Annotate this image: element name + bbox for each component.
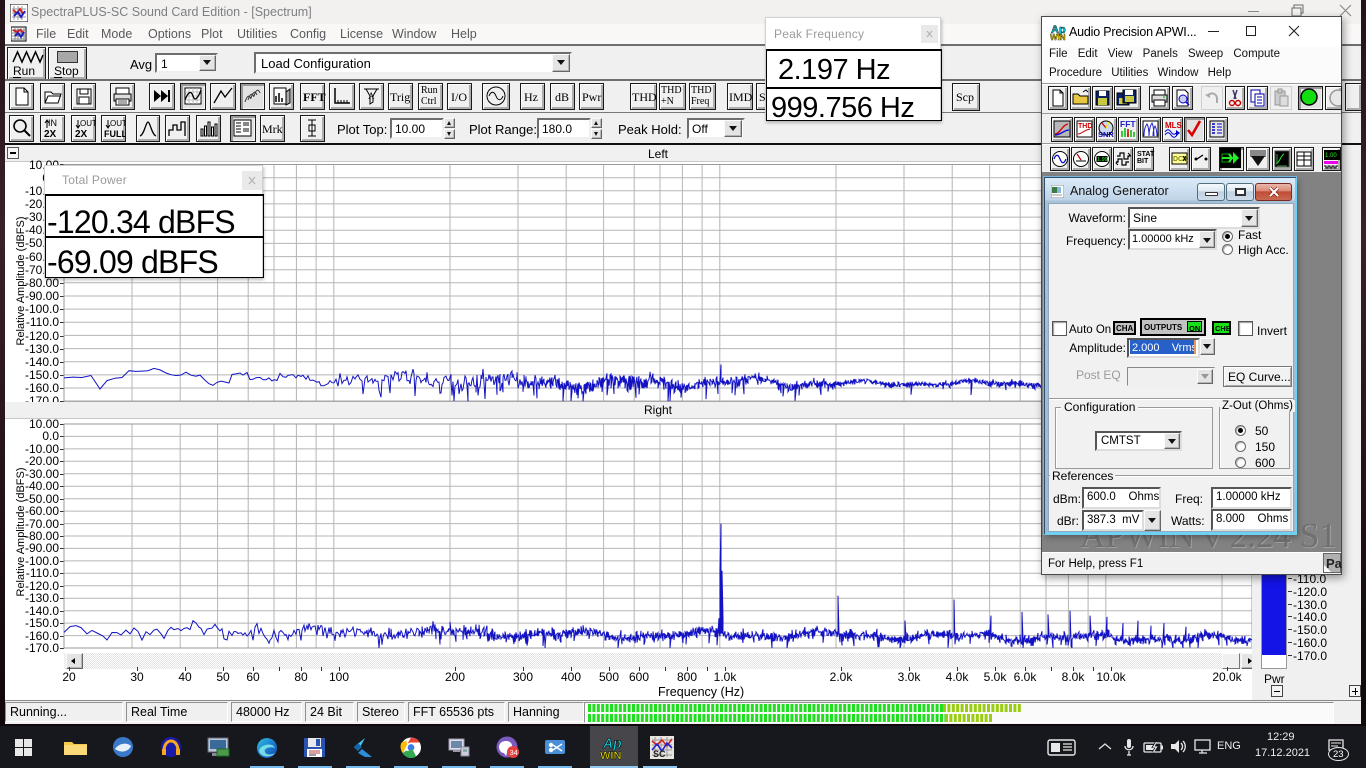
svg-text:FFT: FFT — [1120, 119, 1136, 129]
svg-text:MLS: MLS — [1165, 121, 1182, 130]
svg-text:1.99: 1.99 — [1097, 157, 1108, 163]
svg-text:WIN: WIN — [600, 750, 621, 761]
svg-text:IN: IN — [48, 118, 57, 128]
svg-text:OUT: OUT — [80, 119, 95, 128]
svg-text:THD: THD — [1078, 123, 1092, 130]
svg-text:2X: 2X — [44, 129, 57, 140]
svg-text:Ap: Ap — [602, 735, 622, 751]
svg-text:WIN: WIN — [1050, 33, 1066, 41]
svg-text:34: 34 — [510, 748, 518, 757]
svg-text:OUT: OUT — [110, 119, 125, 128]
svg-text:FULL: FULL — [104, 129, 125, 139]
svg-text:SC: SC — [653, 749, 666, 759]
svg-text:1.00: 1.00 — [1325, 153, 1337, 159]
svg-text:A: A — [368, 91, 375, 101]
svg-text:2X: 2X — [75, 129, 88, 140]
svg-text:SNR: SNR — [1098, 130, 1114, 139]
